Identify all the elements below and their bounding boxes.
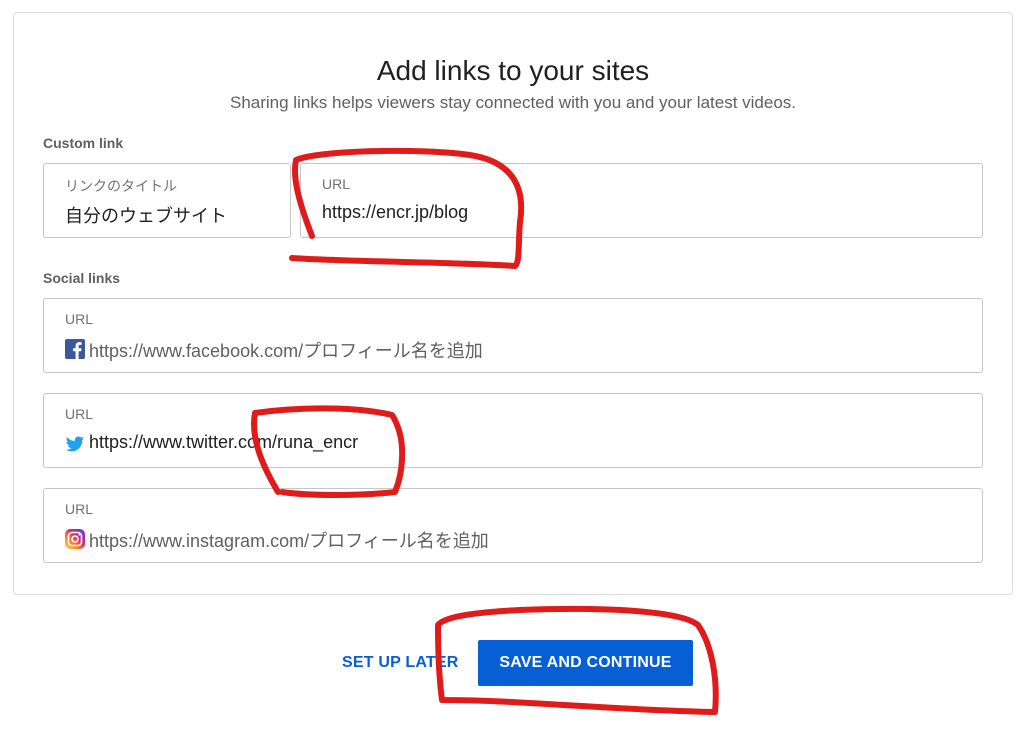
- social-links-section-label: Social links: [43, 270, 121, 286]
- twitter-icon: [65, 436, 85, 452]
- facebook-url-field[interactable]: URL https://www.facebook.com/プロフィール名を追加: [43, 298, 983, 373]
- set-up-later-button[interactable]: SET UP LATER: [342, 654, 459, 672]
- twitter-url-value[interactable]: https://www.twitter.com/runa_encr: [89, 432, 358, 453]
- save-and-continue-button[interactable]: SAVE AND CONTINUE: [478, 640, 693, 686]
- field-label: リンクのタイトル: [65, 178, 177, 194]
- instagram-icon: [65, 529, 85, 549]
- custom-link-title-value[interactable]: 自分のウェブサイト: [65, 202, 227, 228]
- field-label: URL: [65, 311, 94, 327]
- field-label: URL: [65, 406, 94, 422]
- page-subtitle: Sharing links helps viewers stay connect…: [229, 93, 797, 112]
- page-title: Add links to your sites: [376, 55, 650, 86]
- facebook-url-value[interactable]: https://www.facebook.com/プロフィール名を追加: [89, 337, 483, 363]
- custom-link-section-label: Custom link: [43, 135, 124, 151]
- links-card: Add links to your sites Sharing links he…: [13, 12, 1013, 595]
- field-label: URL: [322, 176, 351, 192]
- custom-link-title-field[interactable]: リンクのタイトル 自分のウェブサイト: [43, 163, 291, 238]
- instagram-url-value[interactable]: https://www.instagram.com/プロフィール名を追加: [89, 527, 489, 553]
- twitter-url-field[interactable]: URL https://www.twitter.com/runa_encr: [43, 393, 983, 468]
- custom-link-url-value[interactable]: https://encr.jp/blog: [322, 202, 468, 223]
- field-label: URL: [65, 501, 94, 517]
- facebook-icon: [65, 339, 85, 359]
- instagram-url-field[interactable]: URL https://www.instagram.com/プロフィール名を追加: [43, 488, 983, 563]
- custom-link-url-field[interactable]: URL https://encr.jp/blog: [300, 163, 983, 238]
